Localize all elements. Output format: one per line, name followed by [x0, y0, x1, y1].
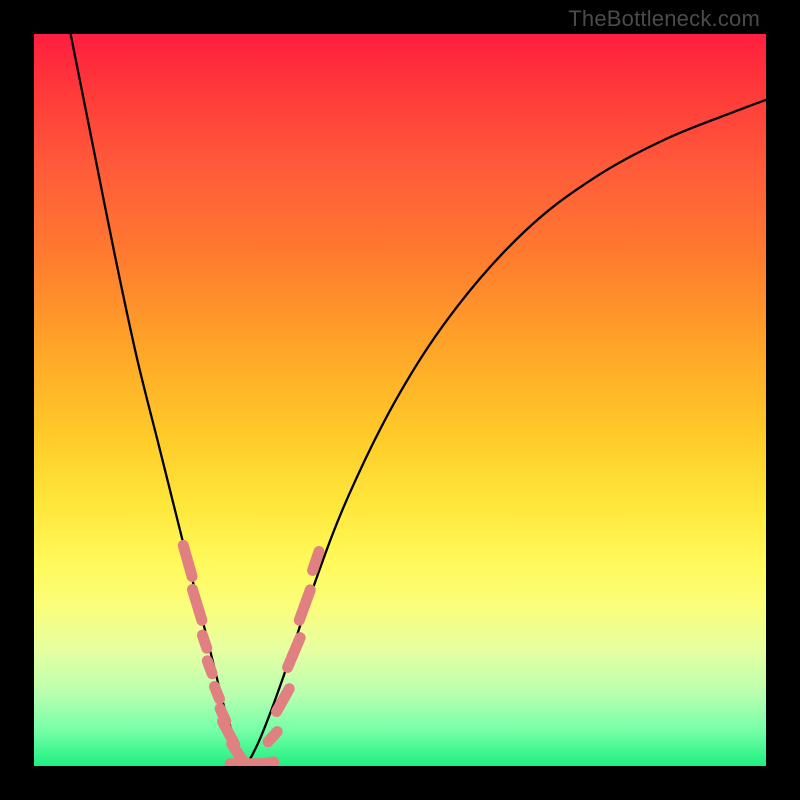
highlight-tick	[280, 630, 307, 674]
highlight-tick	[186, 583, 209, 628]
chart-svg	[34, 34, 766, 766]
plot-area	[34, 34, 766, 766]
right-curve	[246, 100, 766, 766]
highlight-tick	[215, 714, 242, 752]
left-curve	[71, 34, 247, 766]
highlight-tick	[176, 539, 198, 584]
outer-frame: TheBottleneck.com	[0, 0, 800, 800]
highlight-tick	[195, 628, 213, 655]
highlight-tick	[224, 736, 254, 766]
highlight-tick	[242, 756, 280, 766]
tick-layer	[176, 539, 326, 766]
highlight-tick	[292, 583, 317, 627]
curve-layer	[71, 34, 766, 766]
highlight-tick	[260, 724, 285, 750]
highlight-tick	[225, 758, 268, 766]
watermark-text: TheBottleneck.com	[568, 6, 760, 32]
highlight-tick	[207, 679, 226, 706]
highlight-tick	[306, 545, 326, 578]
highlight-tick	[269, 681, 297, 719]
highlight-tick	[213, 701, 233, 728]
highlight-tick	[200, 654, 219, 681]
